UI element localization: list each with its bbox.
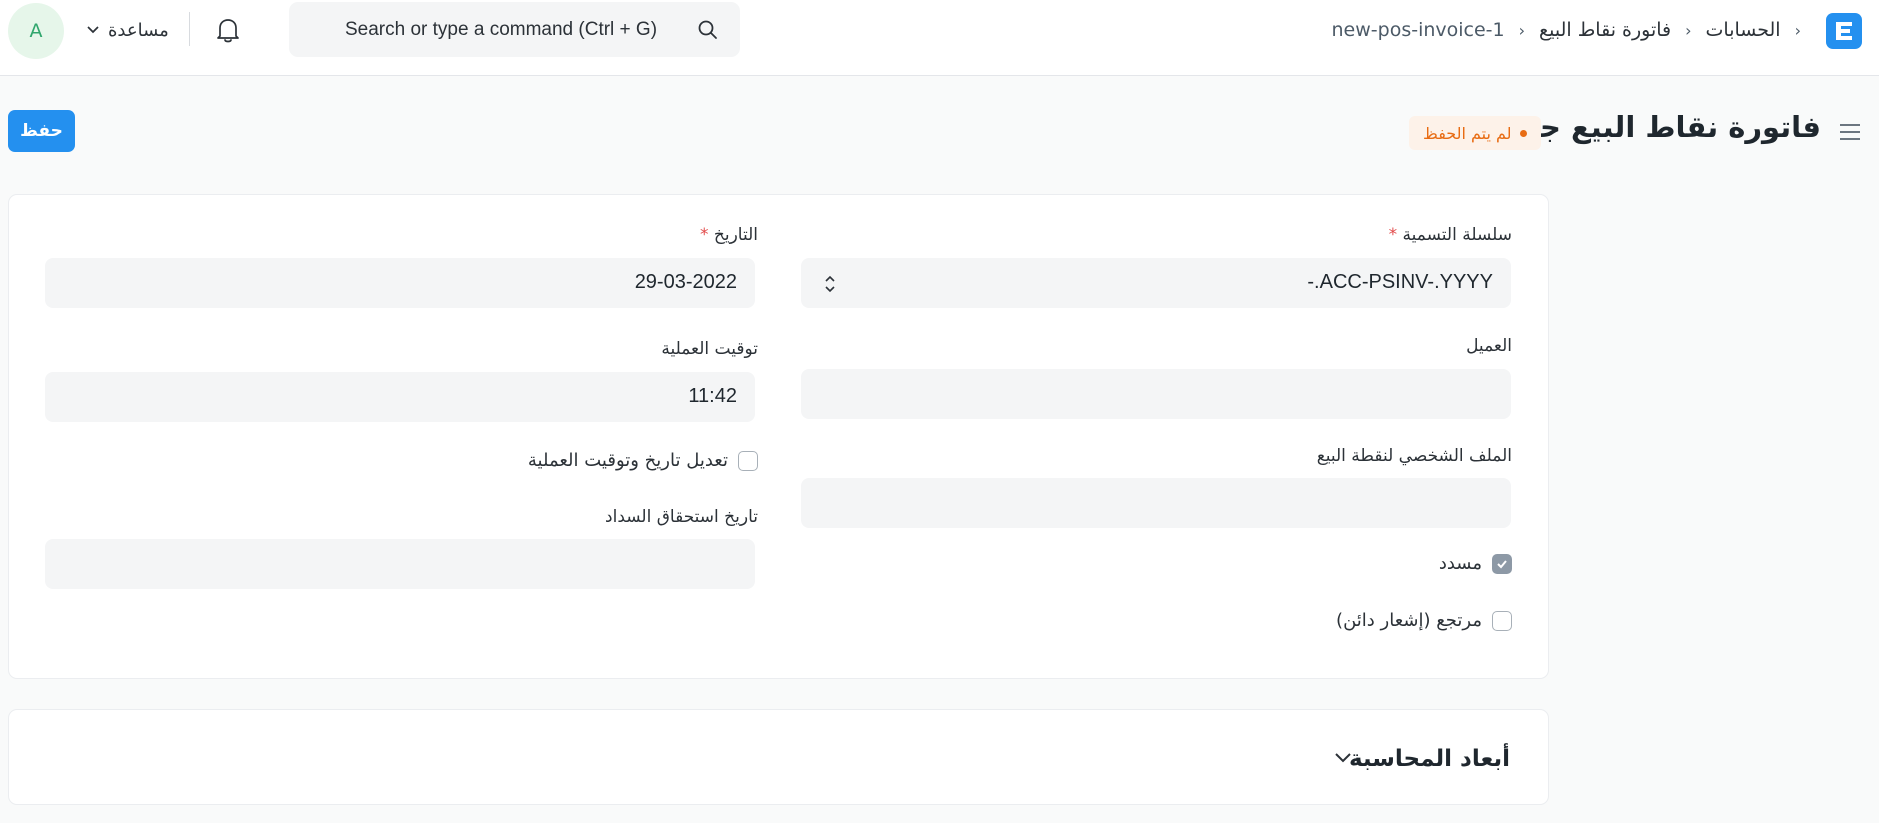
page-title: فاتورة نقاط البيع جديد [1495, 110, 1821, 144]
help-dropdown[interactable]: مساعدة [86, 15, 169, 45]
search-input[interactable]: Search or type a command (Ctrl + G) [345, 19, 657, 41]
naming-series-select[interactable]: -.ACC-PSINV-.YYYY [801, 258, 1511, 308]
check-icon [1497, 559, 1507, 568]
status-dot [1519, 129, 1527, 137]
bell-icon[interactable] [214, 15, 242, 45]
chevron-right-icon: › [1518, 20, 1526, 40]
save-button[interactable]: حفظ [8, 110, 75, 152]
chevron-down-icon[interactable] [1334, 752, 1352, 764]
due-date-field[interactable] [45, 539, 755, 589]
navbar: › الحسابات › فاتورة نقاط البيع › new-pos… [0, 0, 1879, 76]
chevron-down-icon [87, 26, 99, 34]
required-mark: * [699, 225, 709, 245]
breadcrumb-accounts[interactable]: الحسابات [1698, 19, 1789, 41]
search-bar[interactable]: Search or type a command (Ctrl + G) [289, 2, 740, 57]
help-label: مساعدة [108, 19, 169, 41]
chevron-right-icon: › [1794, 20, 1801, 40]
is-return-checkbox[interactable] [1492, 610, 1512, 631]
customer-label: العميل [1466, 336, 1512, 356]
status-text: لم يتم الحفظ [1423, 123, 1512, 143]
naming-series-label: سلسلة التسمية * [1389, 225, 1512, 245]
is-paid-checkbox[interactable] [1492, 553, 1512, 574]
breadcrumb: › الحسابات › فاتورة نقاط البيع › new-pos… [1324, 14, 1807, 46]
erpnext-logo-icon[interactable] [1826, 13, 1862, 49]
set-posting-time-row[interactable]: تعديل تاريخ وتوقيت العملية [528, 450, 758, 471]
is-return-row[interactable]: مرتجع (إشعار دائن) [1336, 610, 1512, 631]
naming-series-label-text: سلسلة التسمية [1402, 225, 1512, 245]
breadcrumb-pos-invoice[interactable]: فاتورة نقاط البيع [1531, 19, 1679, 41]
naming-series-value: -.ACC-PSINV-.YYYY [1307, 271, 1493, 293]
search-icon [698, 20, 717, 39]
status-badge: لم يتم الحفظ [1409, 116, 1541, 150]
is-paid-row[interactable]: مسدد [1439, 553, 1512, 574]
is-paid-label: مسدد [1438, 553, 1482, 574]
chevron-right-icon: › [1685, 20, 1692, 40]
hamburger-menu-icon[interactable] [1838, 120, 1862, 144]
due-date-label: تاريخ استحقاق السداد [605, 507, 758, 527]
is-return-label: مرتجع (إشعار دائن) [1336, 610, 1482, 631]
posting-time-label: توقيت العملية [661, 339, 758, 359]
posting-date-value: 29-03-2022 [634, 271, 737, 293]
pos-profile-field[interactable] [801, 478, 1511, 528]
posting-date-field[interactable]: 29-03-2022 [45, 258, 755, 308]
accounting-dimensions-title[interactable]: أبعاد المحاسبة [1349, 746, 1510, 772]
breadcrumb-current-doc[interactable]: new-pos-invoice-1 [1324, 19, 1513, 41]
posting-time-field[interactable]: 11:42 [45, 372, 755, 422]
accounting-dimensions-section[interactable]: أبعاد المحاسبة [8, 709, 1549, 805]
set-posting-time-checkbox[interactable] [738, 450, 758, 471]
posting-date-label: التاريخ * [700, 225, 758, 245]
set-posting-time-label: تعديل تاريخ وتوقيت العملية [527, 450, 728, 471]
form-card: سلسلة التسمية * -.ACC-PSINV-.YYYY العميل… [8, 194, 1549, 679]
posting-time-value: 11:42 [688, 385, 737, 407]
posting-date-label-text: التاريخ [713, 225, 758, 245]
avatar[interactable]: A [8, 3, 64, 59]
required-mark: * [1388, 225, 1398, 245]
select-arrows-icon [825, 275, 835, 293]
pos-profile-label: الملف الشخصي لنقطة البيع [1316, 446, 1512, 466]
customer-field[interactable] [801, 369, 1511, 419]
navbar-divider [189, 12, 190, 46]
